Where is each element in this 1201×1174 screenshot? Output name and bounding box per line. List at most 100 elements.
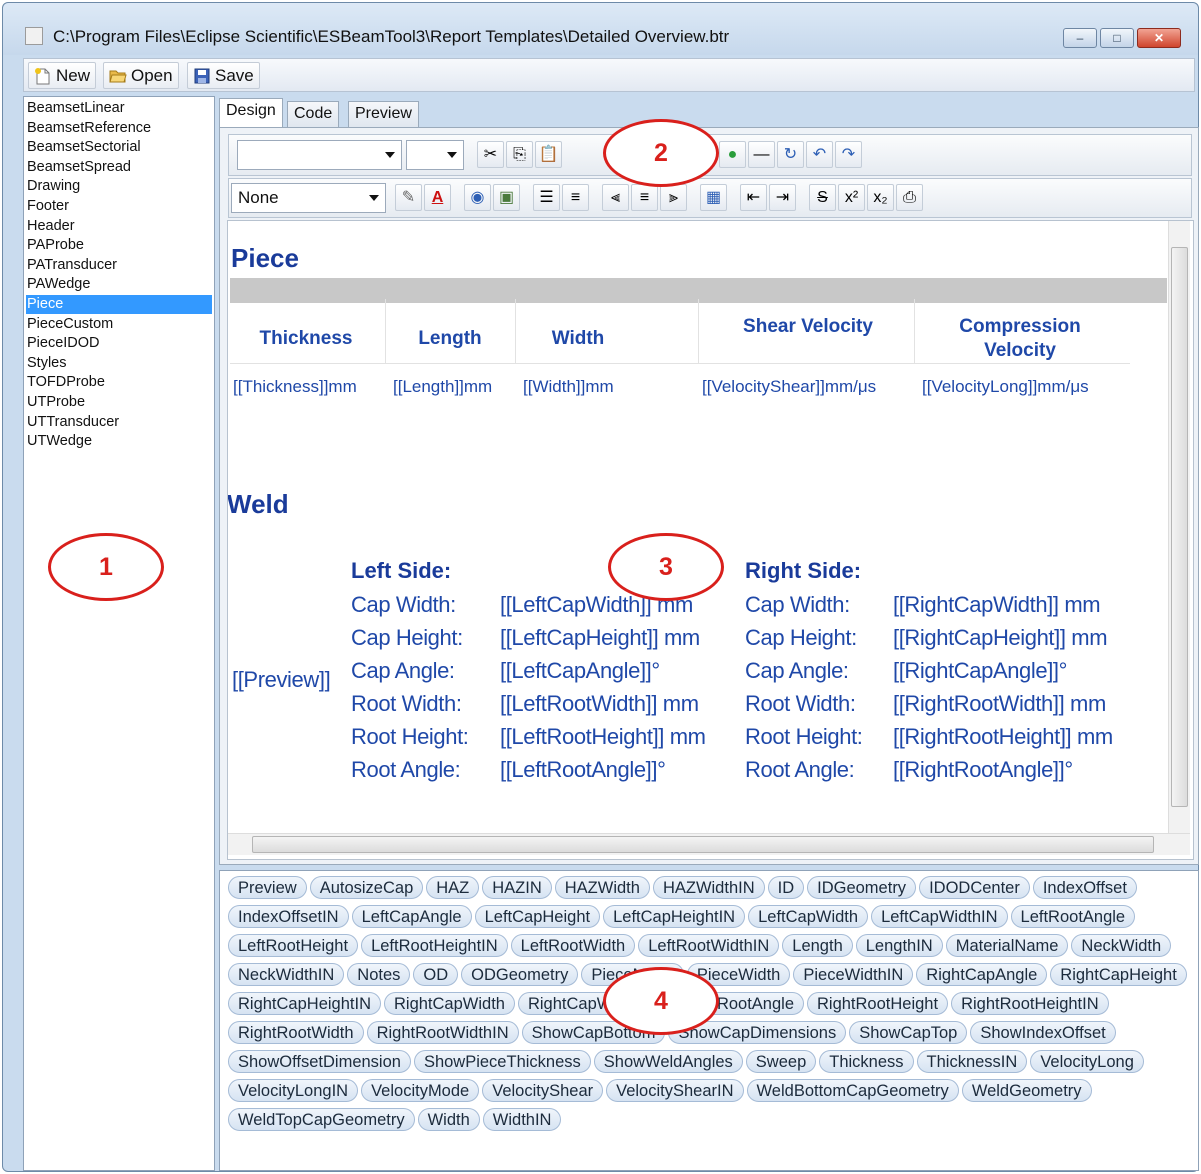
field-tag[interactable]: WeldBottomCapGeometry <box>746 1079 959 1102</box>
refresh-icon[interactable]: ↻ <box>777 141 804 168</box>
field-tag[interactable]: MaterialName <box>945 934 1069 957</box>
field-tag[interactable]: VelocityShearIN <box>606 1079 744 1102</box>
superscript-icon[interactable]: x² <box>838 184 865 211</box>
tab-design[interactable]: Design <box>219 98 283 129</box>
field-tag[interactable]: RightCapWidth <box>383 992 515 1015</box>
title-bar[interactable]: C:\Program Files\Eclipse Scientific\ESBe… <box>3 3 1198 55</box>
template-list-item[interactable]: PieceIDOD <box>26 334 212 353</box>
field-tag[interactable]: PieceWidthIN <box>793 963 914 986</box>
field-tag[interactable]: Thickness <box>819 1050 914 1073</box>
image-icon[interactable]: ▣ <box>493 184 520 211</box>
template-list-item[interactable]: PAProbe <box>26 236 212 255</box>
paste-icon[interactable]: 📋 <box>535 141 562 168</box>
print-icon[interactable]: ⎙ <box>896 184 923 211</box>
outdent-icon[interactable]: ⇤ <box>740 184 767 211</box>
field-tag[interactable]: RightRootHeight <box>807 992 949 1015</box>
field-tag[interactable]: ShowCapTop <box>849 1021 968 1044</box>
maximize-button[interactable]: □ <box>1100 28 1134 48</box>
bullet-list-icon[interactable]: ☰ <box>533 184 560 211</box>
field-tag[interactable]: LeftRootAngle <box>1010 905 1136 928</box>
field-tag[interactable]: RightCapAngle <box>916 963 1048 986</box>
field-tag[interactable]: RightRootWidthIN <box>366 1021 519 1044</box>
field-tag[interactable]: Length <box>782 934 853 957</box>
field-tag[interactable]: IDODCenter <box>919 876 1030 899</box>
field-tag[interactable]: ShowOffsetDimension <box>228 1050 411 1073</box>
field-tag[interactable]: Notes <box>347 963 411 986</box>
template-list-item[interactable]: BeamsetSectorial <box>26 138 212 157</box>
table-icon[interactable]: ▦ <box>700 184 727 211</box>
field-tag[interactable]: NeckWidthIN <box>228 963 345 986</box>
field-tag[interactable]: ID <box>767 876 805 899</box>
field-tag[interactable]: LeftCapAngle <box>351 905 472 928</box>
field-tag[interactable]: HAZWidthIN <box>652 876 765 899</box>
template-list-item[interactable]: BeamsetSpread <box>26 158 212 177</box>
field-tag[interactable]: HAZ <box>426 876 480 899</box>
field-tag[interactable]: LeftCapWidth <box>748 905 869 928</box>
field-tag[interactable]: IndexOffset <box>1032 876 1137 899</box>
scroll-thumb[interactable] <box>252 836 1154 853</box>
template-list-item[interactable]: UTTransducer <box>26 413 212 432</box>
template-list-item[interactable]: UTWedge <box>26 432 212 451</box>
field-tag[interactable]: IDGeometry <box>807 876 917 899</box>
field-tag[interactable]: ThicknessIN <box>916 1050 1028 1073</box>
field-tag[interactable]: HAZIN <box>482 876 552 899</box>
field-tag[interactable]: RightCapHeightIN <box>228 992 381 1015</box>
field-tag[interactable]: VelocityMode <box>361 1079 480 1102</box>
open-button[interactable]: Open <box>103 62 179 89</box>
field-tag[interactable]: OD <box>413 963 459 986</box>
field-tag[interactable]: WeldTopCapGeometry <box>228 1108 415 1131</box>
tab-code[interactable]: Code <box>287 101 340 128</box>
template-list-item[interactable]: PAWedge <box>26 275 212 294</box>
field-tag[interactable]: HAZWidth <box>554 876 650 899</box>
field-tag[interactable]: ShowIndexOffset <box>970 1021 1116 1044</box>
template-list-item[interactable]: BeamsetLinear <box>26 99 212 118</box>
minimize-button[interactable]: – <box>1063 28 1097 48</box>
field-tag[interactable]: Sweep <box>745 1050 817 1073</box>
indent-icon[interactable]: ⇥ <box>769 184 796 211</box>
redo-icon[interactable]: ↷ <box>835 141 862 168</box>
template-list-item[interactable]: TOFDProbe <box>26 373 212 392</box>
font-size-select[interactable] <box>406 140 464 170</box>
field-tag[interactable]: AutosizeCap <box>309 876 424 899</box>
template-list-item[interactable]: Drawing <box>26 177 212 196</box>
field-tag[interactable]: ShowPieceThickness <box>413 1050 591 1073</box>
template-list-item[interactable]: BeamsetReference <box>26 119 212 138</box>
font-family-select[interactable] <box>237 140 402 170</box>
scroll-thumb[interactable] <box>1171 247 1188 807</box>
insert-icon[interactable]: ● <box>719 141 746 168</box>
template-list-item[interactable]: Footer <box>26 197 212 216</box>
save-button[interactable]: Save <box>187 62 260 89</box>
template-list-item[interactable]: Styles <box>26 354 212 373</box>
field-tag[interactable]: RightCapHeight <box>1050 963 1187 986</box>
template-list-item[interactable]: Header <box>26 217 212 236</box>
new-button[interactable]: New <box>28 62 97 89</box>
document-editor[interactable]: Piece Thickness Length Width Shear Veloc… <box>227 220 1194 860</box>
close-button[interactable]: ✕ <box>1137 28 1181 48</box>
paragraph-style-select[interactable]: None <box>231 183 386 213</box>
field-tag[interactable]: NeckWidth <box>1071 934 1172 957</box>
field-tag[interactable]: LeftCapHeightIN <box>603 905 746 928</box>
field-tag[interactable]: VelocityShear <box>482 1079 604 1102</box>
template-list-item[interactable]: PieceCustom <box>26 315 212 334</box>
align-center-icon[interactable]: ≡ <box>631 184 658 211</box>
strikethrough-icon[interactable]: S <box>809 184 836 211</box>
hyperlink-icon[interactable]: ◉ <box>464 184 491 211</box>
template-list-item[interactable]: UTProbe <box>26 393 212 412</box>
template-list-item[interactable]: PATransducer <box>26 256 212 275</box>
field-tag[interactable]: Preview <box>228 876 307 899</box>
align-right-icon[interactable]: ⫸ <box>660 184 687 211</box>
field-tag[interactable]: LeftRootHeightIN <box>361 934 508 957</box>
field-tag[interactable]: VelocityLongIN <box>228 1079 359 1102</box>
field-tag[interactable]: ShowWeldAngles <box>593 1050 743 1073</box>
numbered-list-icon[interactable]: ≡ <box>562 184 589 211</box>
font-color-icon[interactable]: A <box>424 184 451 211</box>
field-tag[interactable]: LengthIN <box>855 934 943 957</box>
vertical-scrollbar[interactable] <box>1168 221 1190 833</box>
tab-preview[interactable]: Preview <box>348 101 419 128</box>
align-left-icon[interactable]: ⫷ <box>602 184 629 211</box>
field-tag[interactable]: LeftRootHeight <box>228 934 359 957</box>
cut-icon[interactable]: ✂ <box>477 141 504 168</box>
template-list[interactable]: BeamsetLinear BeamsetReference BeamsetSect… <box>23 96 215 1171</box>
highlight-icon[interactable]: ✎ <box>395 184 422 211</box>
field-tag[interactable]: WeldGeometry <box>961 1079 1092 1102</box>
